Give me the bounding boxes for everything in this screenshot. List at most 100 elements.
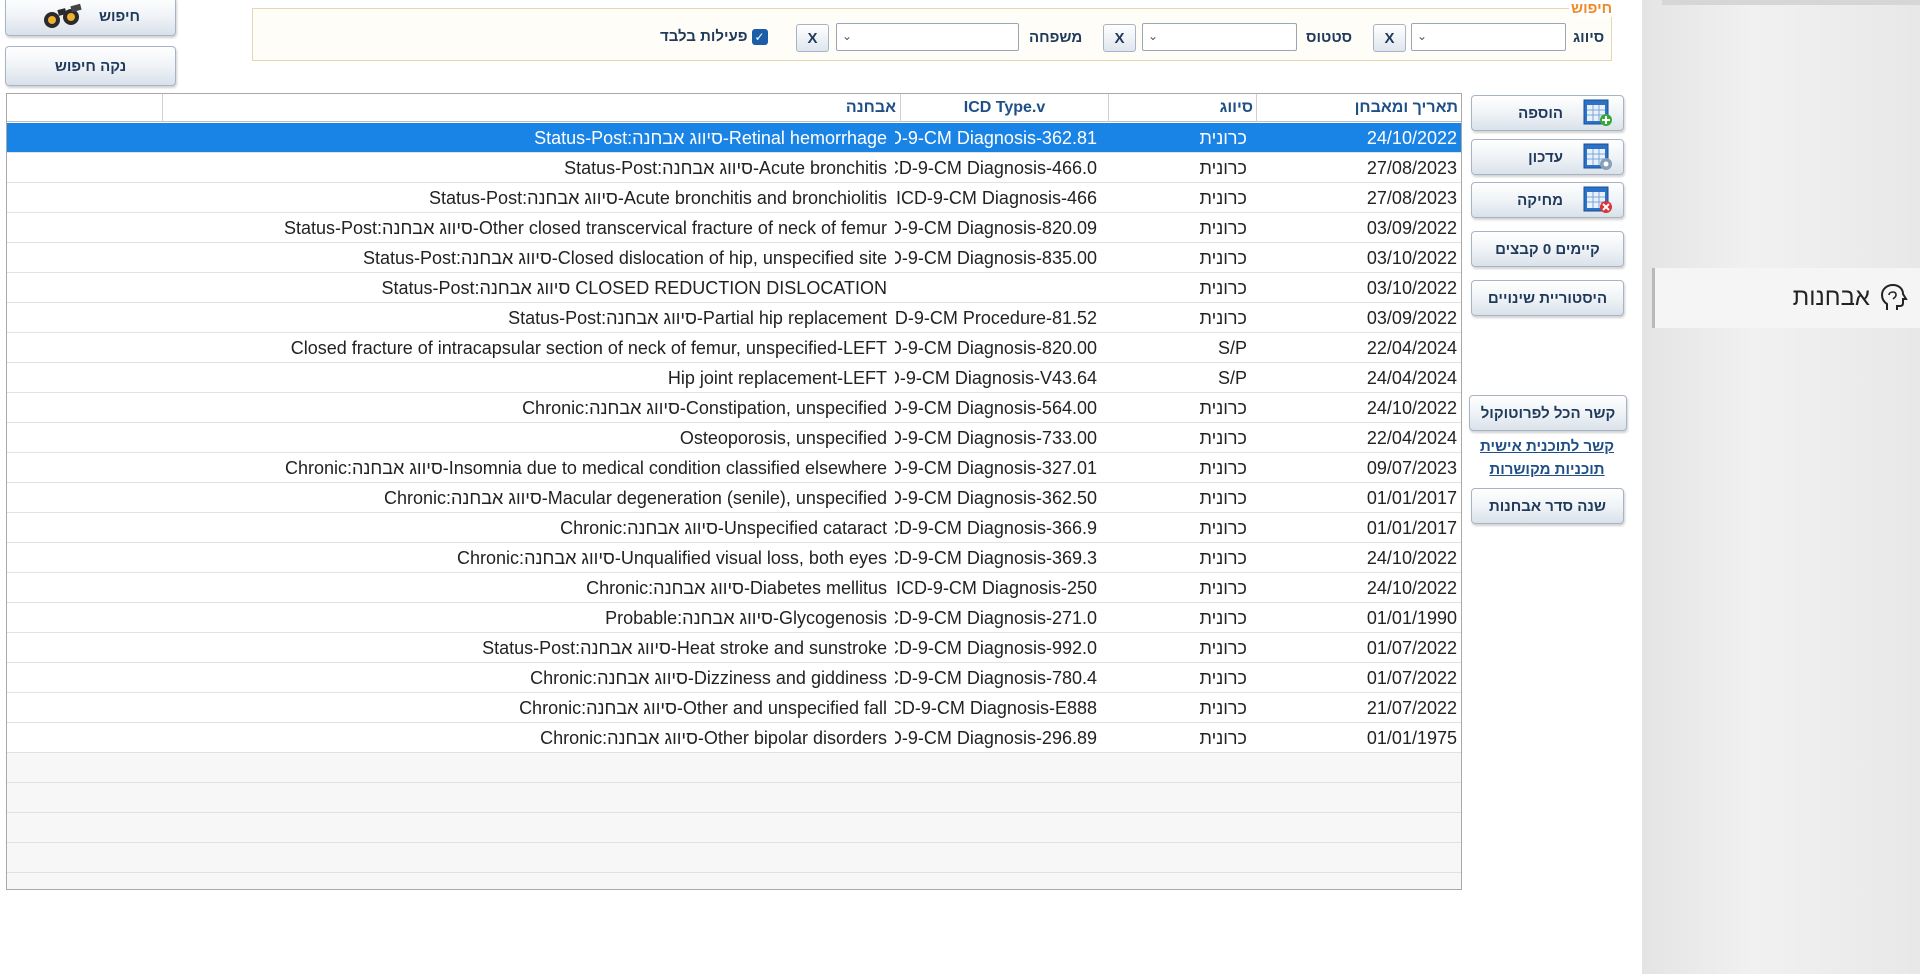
- cell-diagnosis: Status-Post:סיווג אבחנה CLOSED REDUCTION…: [381, 278, 887, 298]
- cell-date: 01/07/2022: [1366, 668, 1457, 688]
- cell-classification: כרונית: [1199, 188, 1248, 208]
- classification-select[interactable]: ⌄: [1411, 23, 1566, 51]
- cell-diagnosis: Chronic:סיווג אבחנה-Other and unspecifie…: [519, 698, 887, 718]
- add-grid-icon: [1583, 99, 1612, 126]
- table-row[interactable]: 24/04/2024 S/P ICD-9-CM Diagnosis-V43.64 Hi…: [7, 363, 1461, 393]
- cell-icd: ICD-9-CM Diagnosis-366.9: [895, 518, 1097, 538]
- cell-icd: ICD-9-CM Diagnosis-780.4: [895, 668, 1097, 688]
- table-row[interactable]: 01/01/1990 כרונית ICD-9-CM Diagnosis-271.0…: [7, 603, 1461, 633]
- cell-icd: ICD-9-CM Diagnosis-296.89: [895, 728, 1097, 748]
- classification-clear-button[interactable]: X: [1373, 24, 1406, 52]
- header-icd[interactable]: ICD Type.v: [900, 94, 1108, 122]
- table-row[interactable]: 24/10/2022 כרונית ICD-9-CM Diagnosis-564.0…: [7, 393, 1461, 423]
- table-row[interactable]: 24/10/2022 כרונית ICD-9-CM Diagnosis-362.8…: [7, 123, 1461, 153]
- update-button[interactable]: עדכון: [1471, 139, 1624, 175]
- cell-icd: ICD-9-CM Diagnosis-466.0: [895, 158, 1097, 178]
- cell-diagnosis: Chronic:סיווג אבחנה-Constipation, unspec…: [522, 398, 887, 418]
- status-clear-button[interactable]: X: [1103, 24, 1136, 52]
- cell-classification: כרונית: [1199, 398, 1248, 418]
- linked-plans-link[interactable]: תוכניות מקושרות: [1467, 461, 1627, 478]
- table-row[interactable]: 03/10/2022 כרונית Status-Post:סיווג אבחנה …: [7, 273, 1461, 303]
- edit-grid-icon: [1583, 143, 1612, 170]
- cell-diagnosis: Chronic:סיווג אבחנה-Diabetes mellitus: [586, 578, 887, 598]
- cell-diagnosis: Osteoporosis, unspecified: [679, 428, 887, 448]
- cell-classification: כרונית: [1199, 608, 1248, 628]
- table-row[interactable]: 24/10/2022 כרונית ICD-9-CM Diagnosis-369.3…: [7, 543, 1461, 573]
- header-classification[interactable]: סיווג: [1108, 94, 1256, 122]
- status-label: סטטוס: [1306, 29, 1353, 46]
- table-row[interactable]: 01/01/2017 כרונית ICD-9-CM Diagnosis-366.9…: [7, 513, 1461, 543]
- active-only-checkbox[interactable]: ✓ פעילות בלבד: [660, 28, 768, 45]
- cell-icd: ICD-9-CM Diagnosis-V43.64: [895, 368, 1097, 388]
- cell-classification: S/P: [1217, 338, 1247, 358]
- table-row[interactable]: 03/10/2022 כרונית ICD-9-CM Diagnosis-835.0…: [7, 243, 1461, 273]
- cell-date: 03/10/2022: [1366, 278, 1457, 298]
- cell-date: 22/04/2024: [1366, 428, 1457, 448]
- add-button[interactable]: הוספה: [1471, 95, 1624, 131]
- change-order-button[interactable]: שנה סדר אבחנות: [1471, 488, 1624, 524]
- table-row[interactable]: 03/09/2022 כרונית ICD-9-CM Diagnosis-820.0…: [7, 213, 1461, 243]
- header-diagnosis[interactable]: אבחנה: [162, 94, 900, 122]
- cell-icd: ICD-9-CM Diagnosis-992.0: [895, 638, 1097, 658]
- cell-diagnosis: Chronic:סיווג אבחנה-Insomnia due to medi…: [284, 458, 887, 478]
- side-topbar: [1662, 0, 1920, 5]
- cell-date: 01/01/2017: [1366, 488, 1457, 508]
- cell-diagnosis: Chronic:סיווג אבחנה-Macular degeneration…: [383, 488, 887, 508]
- table-header: אבחנה ICD Type.v סיווג תאריך ומאבחן: [7, 94, 1461, 122]
- cell-icd: ICD-9-CM Diagnosis-362.81: [895, 128, 1097, 148]
- table-row[interactable]: 27/08/2023 כרונית ICD-9-CM Diagnosis-466 St…: [7, 183, 1461, 213]
- table-row[interactable]: 27/08/2023 כרונית ICD-9-CM Diagnosis-466.0…: [7, 153, 1461, 183]
- link-personal-plan-link[interactable]: קשר לתוכנית אישית: [1467, 438, 1627, 455]
- clear-search-button[interactable]: נקה חיפוש: [5, 46, 176, 86]
- cell-diagnosis: Hip joint replacement-LEFT: [667, 368, 887, 388]
- table-row[interactable]: 21/07/2022 כרונית ICD-9-CM Diagnosis-E888 C…: [7, 693, 1461, 723]
- cell-diagnosis: Status-Post:סיווג אבחנה-Other closed tra…: [284, 218, 887, 238]
- header-date[interactable]: תאריך ומאבחן: [1256, 94, 1461, 122]
- cell-classification: כרונית: [1199, 458, 1248, 478]
- cell-icd: ICD-9-CM Diagnosis-466: [895, 188, 1097, 208]
- search-button-label: חיפוש: [98, 7, 141, 25]
- search-button[interactable]: חיפוש: [5, 0, 176, 36]
- side-nav-diagnoses[interactable]: אבחנות: [1652, 268, 1920, 328]
- cell-diagnosis: Chronic:סיווג אבחנה-Dizziness and giddin…: [530, 668, 887, 688]
- cell-classification: כרונית: [1199, 158, 1248, 178]
- binoculars-icon: [43, 3, 82, 28]
- cell-classification: כרונית: [1199, 128, 1248, 148]
- table-row[interactable]: 01/01/2017 כרונית ICD-9-CM Diagnosis-362.5…: [7, 483, 1461, 513]
- add-label: הוספה: [1518, 104, 1563, 122]
- cell-date: 01/01/1990: [1366, 608, 1457, 628]
- table-row[interactable]: 03/09/2022 כרונית ICD-9-CM Procedure-81.52…: [7, 303, 1461, 333]
- files-button[interactable]: קיימים 0 קבצים: [1471, 231, 1624, 267]
- active-only-label: פעילות בלבד: [660, 28, 748, 45]
- table-row[interactable]: 24/10/2022 כרונית ICD-9-CM Diagnosis-250 Ch…: [7, 573, 1461, 603]
- table-row[interactable]: 22/04/2024 S/P ICD-9-CM Diagnosis-820.00 Cl…: [7, 333, 1461, 363]
- status-select[interactable]: ⌄: [1142, 23, 1297, 51]
- cell-classification: כרונית: [1199, 638, 1248, 658]
- cell-date: 21/07/2022: [1366, 698, 1457, 718]
- table-row[interactable]: 22/04/2024 כרונית ICD-9-CM Diagnosis-733.0…: [7, 423, 1461, 453]
- cell-icd: ICD-9-CM Diagnosis-271.0: [895, 608, 1097, 628]
- delete-label: מחיקה: [1517, 191, 1563, 209]
- files-label: קיימים 0 קבצים: [1495, 240, 1600, 258]
- family-select[interactable]: ⌄: [836, 23, 1019, 51]
- cell-date: 22/04/2024: [1366, 338, 1457, 358]
- header-spacer: [7, 94, 162, 122]
- delete-button[interactable]: מחיקה: [1471, 182, 1624, 218]
- table-row[interactable]: 01/01/1975 כרונית ICD-9-CM Diagnosis-296.8…: [7, 723, 1461, 753]
- cell-diagnosis: Closed fracture of intracapsular section…: [290, 338, 887, 358]
- table-row[interactable]: 01/07/2022 כרונית ICD-9-CM Diagnosis-992.0…: [7, 633, 1461, 663]
- family-clear-button[interactable]: X: [796, 24, 829, 52]
- side-panel: אבחנות: [1642, 0, 1920, 974]
- history-button[interactable]: היסטוריית שינויים: [1471, 280, 1624, 316]
- cell-classification: כרונית: [1199, 518, 1248, 538]
- cell-classification: כרונית: [1199, 278, 1248, 298]
- cell-date: 03/09/2022: [1366, 218, 1457, 238]
- cell-classification: כרונית: [1199, 428, 1248, 448]
- table-row[interactable]: 09/07/2023 כרונית ICD-9-CM Diagnosis-327.0…: [7, 453, 1461, 483]
- link-protocol-button[interactable]: קשר הכל לפרוטוקול: [1469, 395, 1627, 431]
- delete-grid-icon: [1583, 186, 1612, 213]
- table-row[interactable]: 01/07/2022 כרונית ICD-9-CM Diagnosis-780.4…: [7, 663, 1461, 693]
- cell-classification: כרונית: [1199, 218, 1248, 238]
- empty-table-row: [7, 783, 1461, 813]
- chevron-down-icon: ⌄: [842, 29, 853, 43]
